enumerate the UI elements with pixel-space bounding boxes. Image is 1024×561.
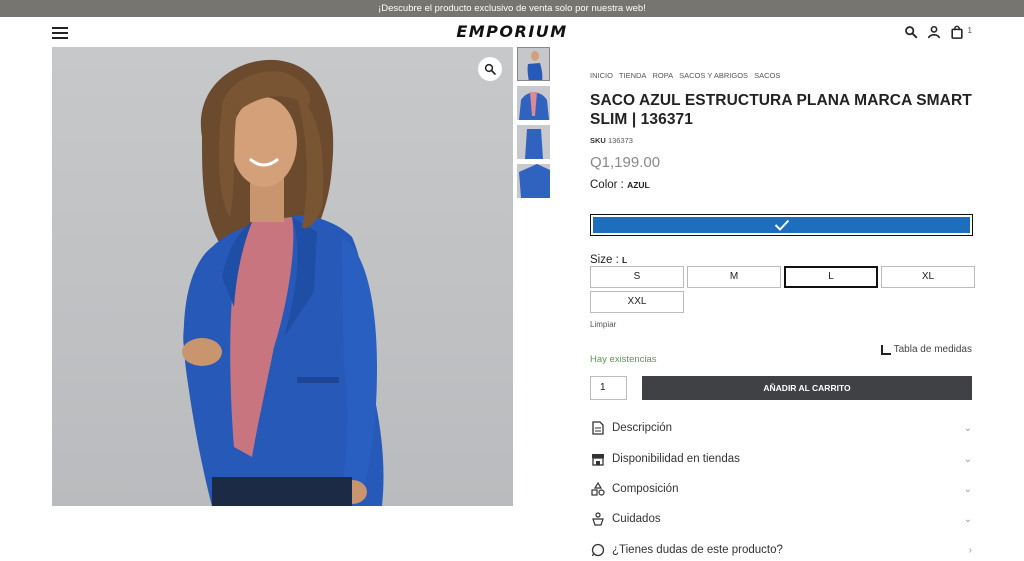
size-label: Size : L: [590, 254, 627, 266]
chevron-down-icon: ⌄: [963, 483, 972, 495]
site-logo[interactable]: EMPORIUM: [440, 22, 584, 41]
accordion-label: ¿Tienes dudas de este producto?: [612, 544, 783, 556]
accordion-label: Descripción: [612, 422, 673, 434]
breadcrumb-tienda[interactable]: TIENDA: [619, 71, 647, 80]
size-chart-label: Tabla de medidas: [893, 344, 972, 355]
size-label-text: Size :: [590, 254, 619, 266]
promo-banner: ¡Descubre el producto exclusivo de venta…: [0, 0, 1024, 17]
ruler-icon: [880, 344, 891, 355]
color-value: AZUL: [627, 180, 650, 190]
size-value: L: [621, 255, 628, 265]
breadcrumb-sacos-abrigos[interactable]: SACOS Y ABRIGOS: [679, 71, 748, 80]
product-photo: [182, 59, 384, 506]
chevron-down-icon: ⌄: [963, 453, 972, 465]
breadcrumb-ropa[interactable]: ROPA: [652, 71, 673, 80]
accordion-dudas[interactable]: ¿Tienes dudas de este producto? ›: [590, 539, 972, 561]
thumbnail-4[interactable]: [517, 164, 550, 198]
shapes-icon: [590, 481, 606, 497]
sku-label: SKU: [590, 136, 606, 145]
chevron-right-icon: ›: [968, 544, 972, 556]
header-actions: 1: [904, 25, 972, 39]
accordion-cuidados[interactable]: Cuidados ⌄: [590, 508, 972, 530]
accordion-descripcion[interactable]: Descripción ⌄: [590, 417, 972, 439]
site-header: EMPORIUM 1: [0, 17, 1024, 47]
magnifier-icon: [484, 63, 496, 75]
product-main-image[interactable]: [52, 47, 513, 506]
color-swatch-azul[interactable]: [590, 214, 973, 236]
chevron-down-icon: ⌄: [963, 513, 972, 525]
accordion-label: Disponibilidad en tiendas: [612, 453, 740, 465]
accordion-disponibilidad[interactable]: Disponibilidad en tiendas ⌄: [590, 448, 972, 470]
zoom-button[interactable]: [478, 57, 502, 81]
menu-icon[interactable]: [52, 27, 68, 39]
size-option-xxl[interactable]: XXL: [590, 291, 684, 313]
color-label: Color : AZUL: [590, 179, 975, 191]
size-chart-link[interactable]: Tabla de medidas: [880, 344, 972, 355]
product-title: SACO AZUL ESTRUCTURA PLANA MARCA SMART S…: [590, 92, 972, 128]
size-options: S M L XL XXL: [590, 266, 976, 313]
accordion-composicion[interactable]: Composición ⌄: [590, 478, 972, 500]
thumbnail-gallery: [517, 47, 551, 203]
size-option-l[interactable]: L: [784, 266, 878, 288]
product-info: INICIO TIENDA ROPA SACOS Y ABRIGOS SACOS…: [590, 60, 975, 557]
document-icon: [590, 420, 606, 436]
breadcrumb: INICIO TIENDA ROPA SACOS Y ABRIGOS SACOS: [590, 71, 975, 80]
product-price: Q1,199.00: [590, 154, 661, 171]
chevron-down-icon: ⌄: [963, 422, 972, 434]
search-icon[interactable]: [904, 25, 918, 39]
product-sku: SKU 136373: [590, 136, 975, 145]
whatsapp-icon: [590, 542, 606, 558]
store-icon: [590, 451, 606, 467]
breadcrumb-sacos[interactable]: SACOS: [754, 71, 780, 80]
thumbnail-3[interactable]: [517, 125, 550, 159]
add-to-cart-button[interactable]: AÑADIR AL CARRITO: [642, 376, 972, 400]
accordion-label: Cuidados: [612, 513, 661, 525]
account-icon[interactable]: [927, 25, 941, 39]
accordion-label: Composición: [612, 483, 679, 495]
color-label-text: Color :: [590, 179, 624, 191]
quantity-input[interactable]: 1: [590, 376, 627, 400]
cart-icon[interactable]: [950, 25, 964, 39]
breadcrumb-inicio[interactable]: INICIO: [590, 71, 613, 80]
sku-value: 136373: [607, 136, 633, 145]
thumbnail-1[interactable]: [517, 47, 550, 81]
thumbnail-2[interactable]: [517, 86, 550, 120]
stock-status: Hay existencias: [590, 354, 657, 365]
clear-selection-link[interactable]: Limpiar: [590, 320, 616, 329]
color-swatch-fill: [593, 217, 970, 233]
size-option-s[interactable]: S: [590, 266, 684, 288]
size-option-m[interactable]: M: [687, 266, 781, 288]
size-option-xl[interactable]: XL: [881, 266, 975, 288]
checkmark-icon: [774, 219, 789, 231]
care-icon: [590, 511, 606, 527]
cart-count: 1: [967, 25, 972, 35]
